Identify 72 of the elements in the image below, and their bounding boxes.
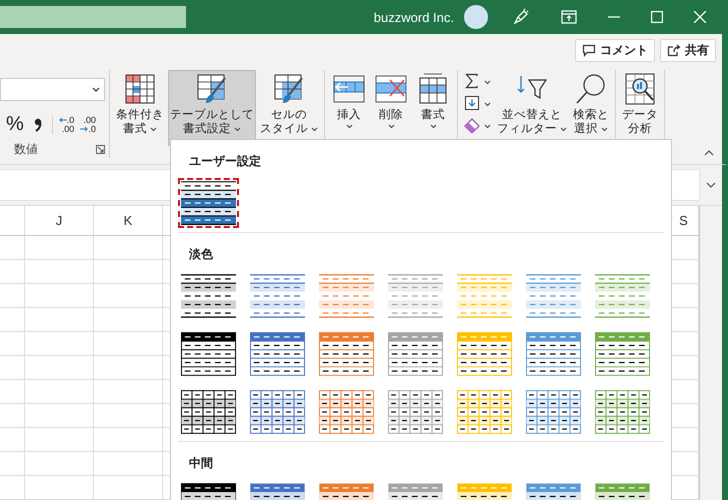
- percent-button[interactable]: %: [6, 113, 24, 136]
- format-as-table-icon: [195, 72, 229, 106]
- table-style-swatch[interactable]: [454, 329, 515, 379]
- table-style-swatch[interactable]: [178, 178, 239, 228]
- fill-down-icon: [464, 95, 480, 111]
- section-heading: ユーザー設定: [188, 153, 262, 170]
- delete-button[interactable]: 削除: [371, 70, 411, 134]
- format-as-table-button[interactable]: テーブルとして 書式設定: [168, 70, 256, 146]
- find-select-button[interactable]: 検索と 選択: [571, 70, 611, 141]
- ribbon-display-icon[interactable]: [561, 10, 577, 24]
- collapse-ribbon-icon[interactable]: [704, 150, 714, 156]
- increase-decimal-button[interactable]: .0 .00: [52, 116, 74, 134]
- format-button[interactable]: 書式: [413, 70, 453, 134]
- eraser-icon: [464, 117, 480, 133]
- table-style-swatch[interactable]: [316, 329, 377, 379]
- conditional-format-icon: [123, 72, 157, 106]
- table-style-swatch[interactable]: [454, 387, 515, 437]
- vertical-scrollbar[interactable]: [699, 205, 722, 500]
- dropdown-caret-icon: [92, 87, 100, 92]
- comma-style-icon[interactable]: [34, 118, 42, 132]
- table-style-swatch[interactable]: [247, 387, 308, 437]
- cell-styles-icon: [272, 72, 306, 106]
- caret-icon: [484, 124, 491, 128]
- conditional-format-button[interactable]: 条件付き 書式: [114, 70, 166, 141]
- section-heading: 中間: [188, 455, 214, 472]
- caret-icon: [430, 124, 436, 129]
- number-format-field[interactable]: [0, 78, 105, 101]
- right-arrow-icon: [80, 126, 88, 132]
- fill-button[interactable]: [462, 94, 493, 112]
- decrease-decimal-button[interactable]: .00 .0: [80, 116, 96, 134]
- caret-icon: [234, 126, 241, 132]
- caret-icon: [484, 102, 491, 106]
- expand-formula-bar-icon[interactable]: [706, 182, 716, 188]
- sort-filter-button[interactable]: 並べ替えと フィルター: [495, 70, 569, 141]
- data-analysis-icon: [623, 72, 657, 106]
- caret-icon: [311, 126, 318, 132]
- column-header[interactable]: K: [94, 206, 163, 235]
- section-heading: 淡色: [188, 246, 214, 263]
- maximize-icon[interactable]: [651, 11, 663, 23]
- share-button[interactable]: 共有: [660, 38, 716, 62]
- minimize-icon[interactable]: [608, 16, 620, 18]
- caret-icon: [484, 80, 491, 84]
- sum-icon: [464, 73, 480, 89]
- table-style-swatch[interactable]: [385, 329, 446, 379]
- caret-icon: [346, 124, 352, 129]
- table-style-swatch[interactable]: [178, 387, 239, 437]
- insert-button[interactable]: 挿入: [329, 70, 369, 134]
- table-style-swatch[interactable]: [316, 387, 377, 437]
- table-style-swatch[interactable]: [592, 387, 653, 437]
- table-style-swatch[interactable]: [385, 387, 446, 437]
- caret-icon: [388, 124, 394, 129]
- share-icon: [667, 44, 681, 56]
- column-header[interactable]: J: [25, 206, 94, 235]
- table-style-swatch[interactable]: [247, 329, 308, 379]
- table-style-swatch[interactable]: [523, 387, 584, 437]
- data-analysis-button[interactable]: データ 分析: [620, 70, 660, 141]
- table-style-swatch[interactable]: [592, 329, 653, 379]
- caret-icon: [150, 126, 157, 132]
- table-style-swatch[interactable]: [523, 329, 584, 379]
- caret-icon: [601, 126, 608, 132]
- speech-bubble-icon: [582, 44, 596, 56]
- dialog-launcher-icon[interactable]: [96, 144, 105, 154]
- avatar-icon[interactable]: [464, 5, 488, 29]
- table-style-swatch[interactable]: [178, 329, 239, 379]
- group-label: 数値: [14, 140, 38, 158]
- caret-icon: [560, 126, 567, 132]
- account-name: buzzword Inc.: [374, 10, 454, 24]
- comment-button[interactable]: コメント: [575, 38, 655, 62]
- pen-icon[interactable]: [512, 8, 530, 26]
- clear-button[interactable]: [462, 116, 493, 134]
- left-arrow-icon: [58, 117, 67, 123]
- close-icon[interactable]: [694, 11, 706, 23]
